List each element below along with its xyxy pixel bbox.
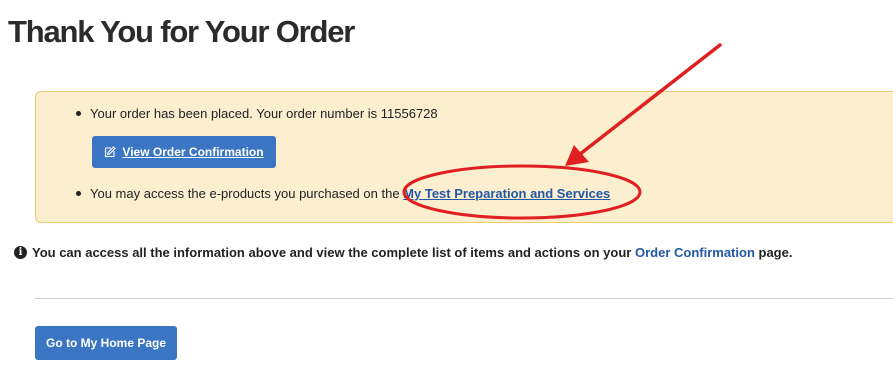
order-notice-box: Your order has been placed. Your order n… [35,91,893,223]
info-icon: i [14,246,27,259]
order-placed-item: Your order has been placed. Your order n… [76,106,438,121]
view-order-confirmation-button[interactable]: View Order Confirmation [92,136,276,168]
order-confirmation-page: Thank You for Your Order Your order has … [0,0,893,386]
page-title: Thank You for Your Order [8,14,355,49]
order-confirmation-link[interactable]: Order Confirmation [635,245,755,260]
view-order-confirmation-label: View Order Confirmation [122,145,264,159]
divider [35,298,893,299]
bullet-dot [76,111,81,117]
eproducts-text: You may access the e-products you purcha… [90,186,400,201]
eproducts-item: You may access the e-products you purcha… [76,186,610,201]
bullet-dot [76,191,81,197]
go-to-home-page-button[interactable]: Go to My Home Page [35,326,177,360]
edit-icon [104,146,117,158]
order-placed-text: Your order has been placed. Your order n… [90,106,438,121]
info-text-after: page. [758,245,793,260]
info-message: i You can access all the information abo… [14,245,792,260]
my-test-preparation-link[interactable]: My Test Preparation and Services [403,186,610,201]
info-text-before: You can access all the information above… [32,245,632,260]
